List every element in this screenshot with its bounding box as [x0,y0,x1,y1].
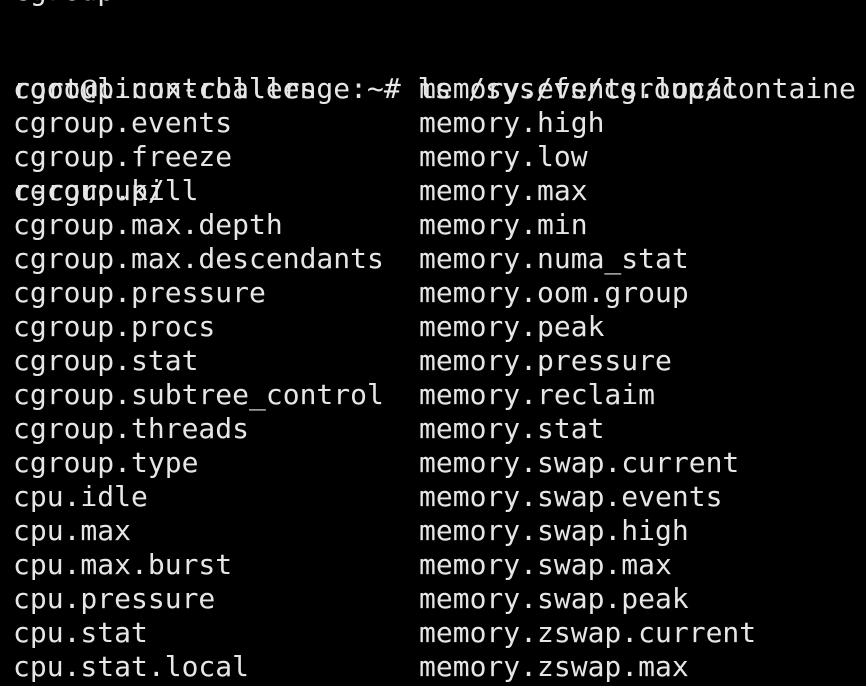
listing-row: cgroup.kill memory.max [13,174,863,208]
file-entry: cgroup.controllers [13,72,317,105]
file-entry: memory.zswap.current [419,616,757,649]
file-entry: memory.numa_stat [419,242,689,275]
listing-row: cgroup.type memory.swap.current [13,446,863,480]
listing-row: cgroup.threads memory.stat [13,412,863,446]
listing-row: cgroup.procs memory.peak [13,310,863,344]
file-entry: cgroup.kill [13,174,199,207]
listing-row: cpu.stat.local memory.zswap.max [13,650,863,684]
listing-row: cpu.max.burst memory.swap.max [13,548,863,582]
file-entry: cgroup.max.descendants [13,242,384,275]
listing-row: cgroup.controllers memory.events.local [13,72,863,106]
file-entry: cgroup.pressure [13,276,266,309]
listing-row: cgroup.stat memory.pressure [13,344,863,378]
file-entry: cpu.idle [13,480,148,513]
file-entry: memory.low [419,140,588,173]
file-entry: cgroup.events [13,106,233,139]
directory-listing: cgroup.controllers memory.events.local c… [13,72,863,684]
listing-row: cgroup.events memory.high [13,106,863,140]
listing-row: cpu.idle memory.swap.events [13,480,863,514]
listing-row: cgroup.max.depth memory.min [13,208,863,242]
file-entry: memory.max [419,174,588,207]
file-entry: memory.min [419,208,588,241]
file-entry: cpu.stat.local [13,650,250,683]
file-entry: cgroup.max.depth [13,208,283,241]
listing-row: cgroup.max.descendants memory.numa_stat [13,242,863,276]
file-entry: memory.swap.max [419,548,672,581]
listing-row: cpu.max memory.swap.high [13,514,863,548]
file-entry: cgroup.freeze [13,140,233,173]
file-entry: memory.stat [419,412,605,445]
file-entry: memory.reclaim [419,378,656,411]
file-entry: cgroup.subtree_control [13,378,384,411]
file-entry: cpu.pressure [13,582,216,615]
file-entry: memory.events.local [419,72,740,105]
file-entry: cpu.stat [13,616,148,649]
file-entry: cgroup.procs [13,310,216,343]
file-entry: memory.oom.group [419,276,689,309]
file-entry: memory.zswap.max [419,650,689,683]
terminal-window[interactable]: cgroup. root@linux-challenge:~# ls /sys/… [0,0,866,686]
file-entry: memory.swap.current [419,446,740,479]
file-entry: cgroup.type [13,446,199,479]
file-entry: memory.swap.events [419,480,723,513]
file-entry: cgroup.threads [13,412,250,445]
listing-row: cgroup.subtree_control memory.reclaim [13,378,863,412]
file-entry: memory.high [419,106,605,139]
file-entry: memory.swap.peak [419,582,689,615]
listing-row: cgroup.freeze memory.low [13,140,863,174]
file-entry: memory.peak [419,310,605,343]
listing-row: cpu.pressure memory.swap.peak [13,582,863,616]
file-entry: memory.pressure [419,344,672,377]
file-entry: cpu.max.burst [13,548,233,581]
file-entry: cpu.max [13,514,132,547]
listing-row: cgroup.pressure memory.oom.group [13,276,863,310]
file-entry: memory.swap.high [419,514,689,547]
listing-row: cpu.stat memory.zswap.current [13,616,863,650]
file-entry: cgroup.stat [13,344,199,377]
